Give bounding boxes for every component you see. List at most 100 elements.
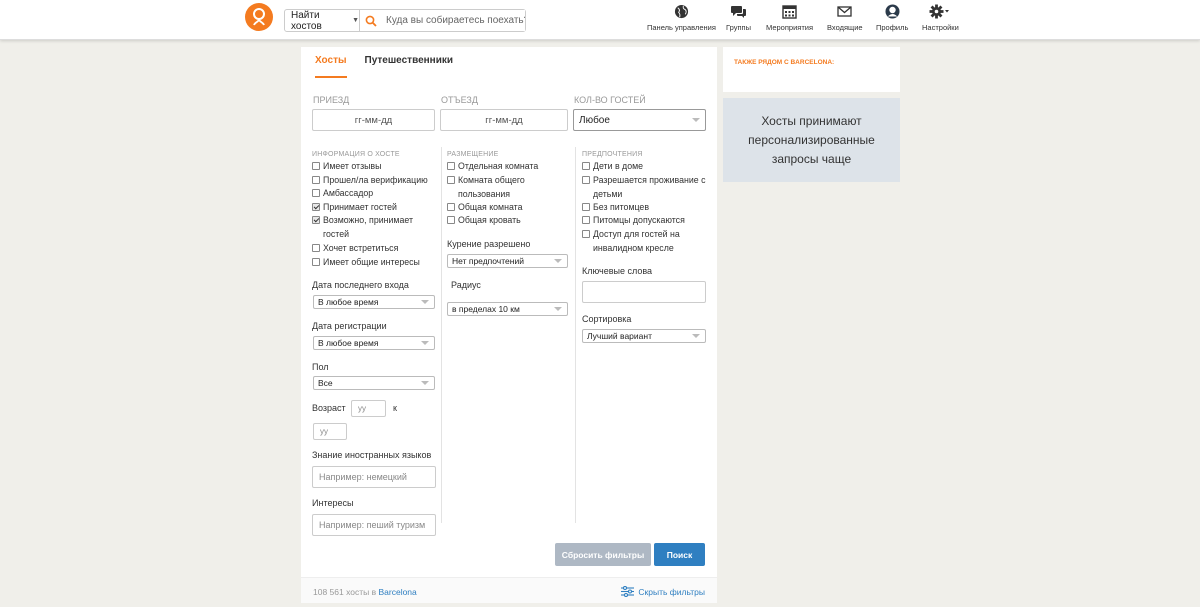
nearby-cities-heading: ТАКЖЕ РЯДОМ С BARCELONA: — [734, 59, 835, 66]
checkbox[interactable] — [582, 230, 590, 238]
nav-label: Профиль — [876, 23, 909, 32]
registration-date-select[interactable]: В любое время — [313, 336, 435, 350]
chevron-down-icon — [692, 334, 700, 338]
arrival-date-input[interactable]: гг-мм-дд — [312, 109, 435, 131]
avatar-icon — [885, 4, 900, 19]
nav-label: Настройки — [922, 23, 959, 32]
search-filters-panel: Хосты Путешественники ПРИЕЗД гг-мм-дд ОТ… — [301, 47, 717, 603]
chevron-down-icon — [692, 118, 700, 122]
couchsurfing-logo-icon[interactable] — [245, 3, 273, 31]
chevron-down-icon — [421, 381, 429, 385]
checkbox[interactable] — [312, 162, 320, 170]
guests-label: КОЛ-ВО ГОСТЕЙ — [574, 95, 646, 105]
gender-select[interactable]: Все — [313, 376, 435, 390]
checkbox[interactable] — [582, 216, 590, 224]
smoking-label: Курение разрешено — [447, 239, 531, 249]
radius-select[interactable]: в пределах 10 км — [447, 302, 568, 316]
last-login-label: Дата последнего входа — [312, 280, 409, 290]
gear-icon — [929, 4, 950, 19]
keywords-input[interactable] — [582, 281, 706, 303]
nav-inbox[interactable]: Входящие — [827, 4, 863, 32]
filter-public-room[interactable]: Комната общего пользования — [447, 174, 532, 201]
arrival-label: ПРИЕЗД — [313, 95, 350, 105]
smoking-select[interactable]: Нет предпочтений — [447, 254, 568, 268]
top-navigation-bar: Найти хостов ▼ Панель управления Группы — [0, 0, 1200, 40]
filter-ambassador[interactable]: Амбассадор — [312, 187, 437, 201]
last-login-select[interactable]: В любое время — [313, 295, 435, 309]
envelope-icon — [837, 6, 852, 17]
results-footer: 108 561 хосты в Barcelona Скрыть фильтры — [301, 577, 717, 603]
filter-no-pets[interactable]: Без питомцев — [582, 201, 707, 215]
results-count: 108 561 хосты в Barcelona — [313, 587, 417, 597]
checkbox[interactable] — [312, 244, 320, 252]
departure-date-input[interactable]: гг-мм-дд — [440, 109, 568, 131]
checkbox[interactable] — [312, 189, 320, 197]
gender-label: Пол — [312, 362, 329, 372]
checkbox[interactable] — [312, 258, 320, 266]
age-to-input[interactable]: yy — [313, 423, 347, 440]
checkbox[interactable] — [312, 176, 320, 184]
sliders-icon — [621, 586, 635, 597]
nav-settings[interactable]: Настройки — [922, 4, 959, 32]
checkbox[interactable] — [447, 203, 455, 211]
checkbox-checked[interactable] — [312, 203, 320, 211]
languages-input[interactable]: Например: немецкий — [312, 466, 436, 488]
host-info-heading: ИНФОРМАЦИЯ О ХОСТЕ — [312, 151, 400, 158]
filter-verified[interactable]: Прошел/ла верификацию — [312, 174, 437, 188]
filter-kids-at-home[interactable]: Дети в доме — [582, 160, 707, 174]
interests-input[interactable]: Например: пеший туризм — [312, 514, 436, 536]
guests-count-select[interactable]: Любое — [573, 109, 706, 131]
city-link[interactable]: Barcelona — [378, 587, 416, 597]
checkbox[interactable] — [582, 203, 590, 211]
hide-filters-link[interactable]: Скрыть фильтры — [621, 586, 705, 597]
promo-banner: Хосты принимают персонализированные запр… — [723, 98, 900, 182]
checkbox-checked[interactable] — [312, 216, 320, 224]
tab-hosts[interactable]: Хосты — [315, 55, 347, 78]
nav-dashboard[interactable]: Панель управления — [647, 4, 716, 32]
checkbox[interactable] — [447, 162, 455, 170]
chevron-down-icon — [554, 259, 562, 263]
sort-label: Сортировка — [582, 314, 632, 324]
sort-select[interactable]: Лучший вариант — [582, 329, 706, 343]
nearby-cities-panel: ТАКЖЕ РЯДОМ С BARCELONA: — [723, 47, 900, 92]
age-from-input[interactable]: yy — [351, 400, 386, 417]
departure-label: ОТЪЕЗД — [441, 95, 478, 105]
filter-common-interests[interactable]: Имеет общие интересы — [312, 256, 437, 270]
globe-icon — [674, 4, 689, 19]
filter-has-references[interactable]: Имеет отзывы — [312, 160, 437, 174]
nav-groups[interactable]: Группы — [726, 4, 751, 32]
tab-travelers[interactable]: Путешественники — [365, 55, 454, 78]
checkbox[interactable] — [582, 162, 590, 170]
filter-maybe-accepting-guests[interactable]: Возможно, принимает гостей — [312, 214, 427, 241]
filter-wheelchair-accessible[interactable]: Доступ для гостей на инвалидном кресле — [582, 228, 707, 255]
checkbox[interactable] — [582, 176, 590, 184]
reset-filters-button[interactable]: Сбросить фильтры — [555, 543, 651, 566]
destination-search-input[interactable] — [382, 10, 525, 31]
nav-profile[interactable]: Профиль — [876, 4, 908, 32]
column-divider — [441, 147, 442, 523]
filter-shared-room[interactable]: Общая комната — [447, 201, 572, 215]
checkbox[interactable] — [447, 216, 455, 224]
guests-count-value: Любое — [579, 114, 610, 126]
nav-label: Мероприятия — [766, 23, 814, 32]
chevron-down-icon — [554, 307, 562, 311]
chevron-down-icon — [421, 341, 429, 345]
search-button[interactable]: Поиск — [654, 543, 705, 566]
column-divider — [575, 147, 576, 523]
age-label: Возраст — [312, 403, 346, 413]
checkbox[interactable] — [447, 176, 455, 184]
languages-label: Знание иностранных языков — [312, 450, 432, 460]
filter-kids-friendly[interactable]: Разрешается проживание с детьми — [582, 174, 707, 201]
nav-events[interactable]: Мероприятия — [766, 4, 813, 32]
radius-label: Радиус — [451, 280, 481, 290]
filter-wants-to-meet[interactable]: Хочет встретиться — [312, 242, 437, 256]
search-mode-dropdown[interactable]: Найти хостов ▼ — [285, 9, 360, 32]
filter-pets-allowed[interactable]: Питомцы допускаются — [582, 214, 707, 228]
search-icon — [360, 10, 382, 31]
search-mode-label: Найти хостов — [291, 9, 322, 32]
preferences-heading: ПРЕДПОЧТЕНИЯ — [582, 151, 643, 158]
filter-shared-bed[interactable]: Общая кровать — [447, 214, 572, 228]
interests-label: Интересы — [312, 498, 354, 508]
filter-accepting-guests[interactable]: Принимает гостей — [312, 201, 437, 215]
filter-private-room[interactable]: Отдельная комната — [447, 160, 572, 174]
